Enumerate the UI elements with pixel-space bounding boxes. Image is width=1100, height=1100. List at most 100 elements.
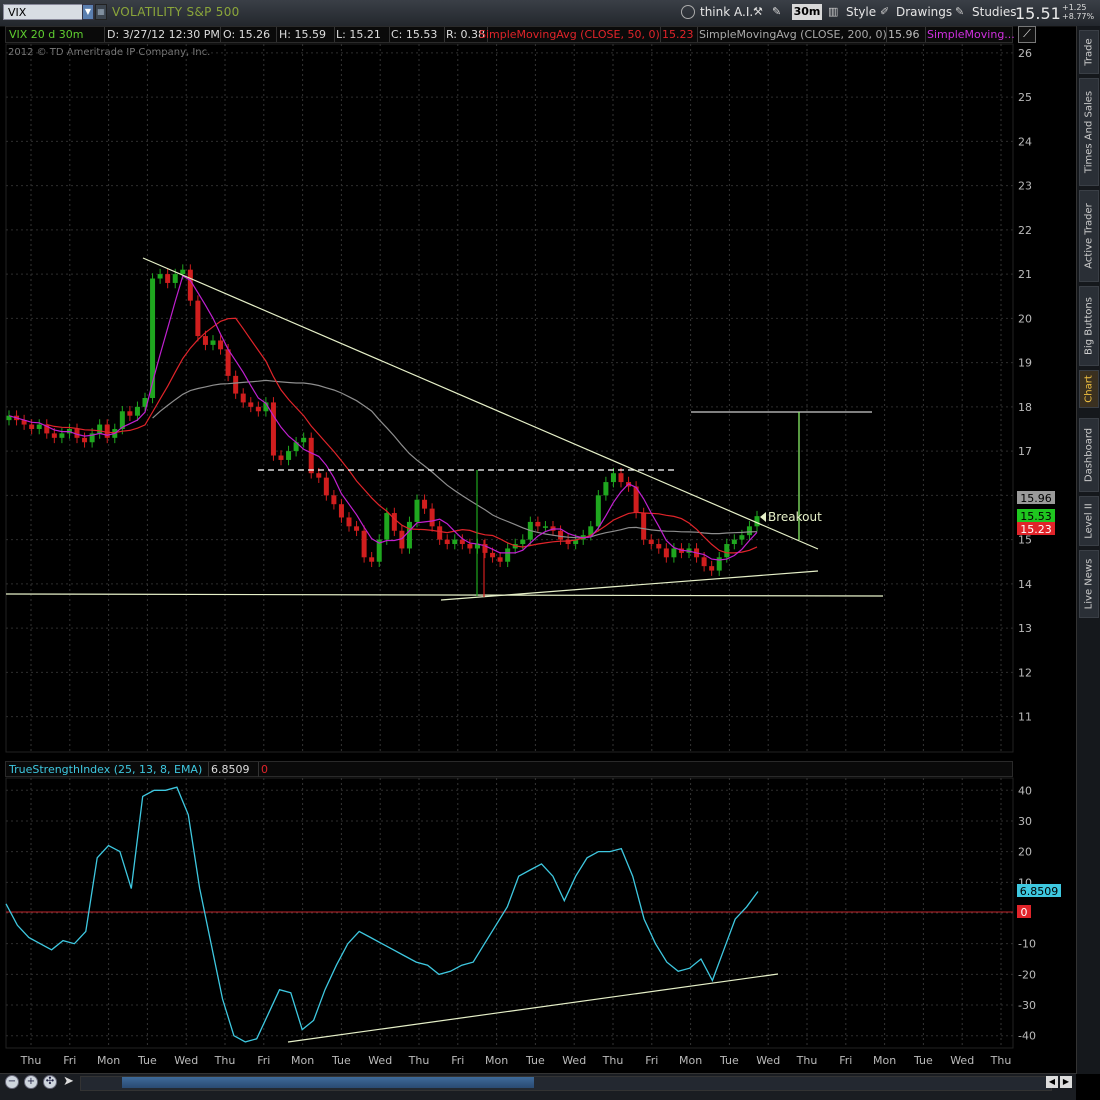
candle-body: [709, 566, 715, 571]
trendlines[interactable]: [5, 257, 884, 601]
zoom-out-icon[interactable]: −: [5, 1075, 19, 1089]
horizontal-support-line[interactable]: [5, 593, 884, 597]
tab-level-ii[interactable]: Level II: [1079, 496, 1099, 546]
candle-body: [490, 552, 496, 558]
indicator-tick-label: 20: [1018, 846, 1032, 859]
time-tick-label: Tue: [525, 1054, 545, 1067]
time-tick-label: Tue: [137, 1054, 157, 1067]
indicator-zero-value: 0: [261, 763, 268, 776]
candle-body: [240, 393, 246, 403]
price-tick-label: 14: [1018, 578, 1032, 591]
candle-body: [316, 473, 322, 478]
indicator-header: TrueStrengthIndex (25, 13, 8, EMA) 6.850…: [5, 761, 1013, 777]
candle-body: [663, 548, 669, 558]
candle-body: [520, 539, 526, 545]
candle-body: [104, 424, 110, 438]
zoom-in-icon[interactable]: +: [24, 1075, 38, 1089]
candle-body: [97, 424, 103, 434]
time-tick-label: Mon: [873, 1054, 896, 1067]
candle-body: [505, 548, 511, 562]
candle-body: [671, 548, 677, 558]
pan-icon[interactable]: ✣: [43, 1075, 57, 1089]
scroll-left-icon[interactable]: ◀: [1046, 1076, 1058, 1088]
candle-body: [308, 437, 314, 474]
candle-body: [603, 482, 609, 496]
tab-chart[interactable]: Chart: [1079, 370, 1099, 408]
price-tick-label: 19: [1018, 357, 1032, 370]
tab-active-trader[interactable]: Active Trader: [1079, 190, 1099, 282]
candle-body: [414, 499, 420, 522]
indicator-grid: [5, 777, 1014, 1049]
candle-body: [701, 557, 707, 567]
sma50-badge: 15.23: [1020, 523, 1052, 536]
candle-body: [391, 513, 397, 531]
candle-body: [195, 300, 201, 337]
tab-live-news[interactable]: Live News: [1079, 550, 1099, 618]
candle-body: [180, 269, 186, 275]
candle-body: [361, 530, 367, 558]
candle-body: [187, 269, 193, 301]
price-tick-label: 18: [1018, 401, 1032, 414]
candle-body: [724, 544, 730, 558]
tab-dashboard-label: Dashboard: [1083, 427, 1095, 483]
candle-body: [331, 495, 337, 505]
price-panel-frame: [5, 43, 1014, 753]
tab-times-and-sales[interactable]: Times And Sales: [1079, 78, 1099, 186]
time-tick-label: Wed: [562, 1054, 586, 1067]
tab-big-buttons[interactable]: Big Buttons: [1079, 286, 1099, 366]
price-axis: 11121314151617181920212223242526: [1018, 47, 1032, 724]
price-tick-label: 25: [1018, 91, 1032, 104]
candle-body: [746, 526, 752, 536]
candle-body: [437, 526, 443, 540]
tab-trade[interactable]: Trade: [1079, 30, 1099, 74]
sma200-badge: 15.96: [1020, 492, 1052, 505]
candle-body: [444, 539, 450, 545]
candle-body: [610, 473, 616, 483]
tab-dashboard[interactable]: Dashboard: [1079, 418, 1099, 492]
price-tick-label: 23: [1018, 180, 1032, 193]
time-tick-label: Mon: [97, 1054, 120, 1067]
indicator-value: 6.8509: [208, 762, 259, 777]
tab-active-trader-label: Active Trader: [1083, 203, 1095, 269]
price-tick-label: 21: [1018, 268, 1032, 281]
candle-body: [157, 274, 163, 279]
time-tick-label: Fri: [257, 1054, 270, 1067]
candle-body: [301, 437, 307, 443]
candle-body: [248, 402, 254, 407]
indicator-tick-label: 30: [1018, 815, 1032, 828]
indicator-label[interactable]: TrueStrengthIndex (25, 13, 8, EMA): [6, 762, 209, 777]
breakout-annotation[interactable]: Breakout: [768, 510, 822, 524]
candle-body: [36, 424, 42, 429]
candle-body: [82, 437, 88, 443]
candle-body: [648, 539, 654, 545]
indicator-tick-label: -40: [1018, 1030, 1036, 1043]
candle-body: [422, 499, 428, 509]
tsi-line: [5, 786, 759, 1043]
descending-trendline[interactable]: [142, 257, 819, 550]
candle-body: [210, 340, 216, 345]
time-tick-label: Thu: [214, 1054, 236, 1067]
candle-body: [278, 455, 284, 460]
tsi-divergence-trendline[interactable]: [287, 973, 779, 1043]
price-grid: [5, 43, 1014, 753]
tsi-value-badge: 6.8509: [1020, 885, 1059, 898]
time-axis: Thu Fri Mon Tue Wed Thu Fri Mon Tue Wed Thu Fri Mon T…: [20, 1054, 1012, 1067]
time-tick-label: Tue: [719, 1054, 739, 1067]
scroll-right-icon[interactable]: ▶: [1060, 1076, 1072, 1088]
cursor-icon[interactable]: ➤: [63, 1074, 74, 1089]
indicator-tick-label: 40: [1018, 784, 1032, 797]
tab-chart-label: Chart: [1083, 375, 1095, 403]
time-tick-label: Wed: [950, 1054, 974, 1067]
candle-body: [338, 504, 344, 518]
candle-body: [641, 513, 647, 540]
price-tick-label: 12: [1018, 666, 1032, 679]
candle-body: [384, 513, 390, 540]
candle-body: [59, 433, 65, 438]
chart-canvas[interactable]: 11121314151617181920212223242526 Breakou…: [0, 0, 1076, 1073]
candle-body: [354, 526, 360, 531]
price-tick-label: 26: [1018, 47, 1032, 60]
time-tick-label: Wed: [174, 1054, 198, 1067]
scrollbar-thumb[interactable]: [122, 1077, 534, 1088]
candle-body: [618, 473, 624, 483]
time-tick-label: Fri: [645, 1054, 658, 1067]
